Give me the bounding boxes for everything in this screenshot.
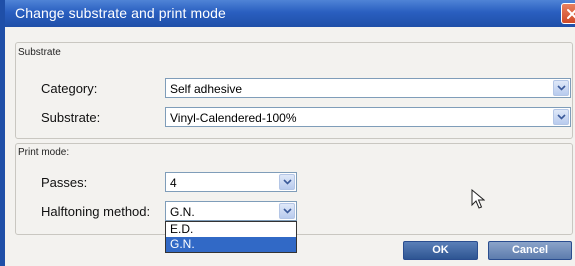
substrate-label: Substrate:: [41, 110, 101, 125]
cancel-button[interactable]: Cancel: [488, 241, 572, 260]
ok-button[interactable]: OK: [403, 241, 478, 260]
change-substrate-dialog: Change substrate and print mode Substrat…: [0, 0, 575, 266]
chevron-down-icon: [557, 85, 566, 91]
passes-label: Passes:: [41, 175, 88, 190]
category-value: Self adhesive: [170, 82, 243, 96]
close-button[interactable]: [561, 3, 575, 24]
halftoning-options-list: E.D. G.N.: [165, 221, 297, 253]
halftoning-option-gn[interactable]: G.N.: [166, 237, 296, 252]
substrate-dropdown-arrow[interactable]: [553, 109, 569, 125]
mouse-pointer-icon: [471, 189, 485, 209]
chevron-down-icon: [283, 208, 292, 214]
halftoning-label: Halftoning method:: [41, 204, 151, 219]
close-icon: [567, 9, 575, 19]
chevron-down-icon: [283, 179, 292, 185]
substrate-value: Vinyl-Calendered-100%: [170, 111, 297, 125]
chevron-down-icon: [557, 114, 566, 120]
print-mode-group-label: Print mode:: [18, 147, 70, 158]
substrate-select[interactable]: Vinyl-Calendered-100%: [165, 107, 571, 127]
dialog-title: Change substrate and print mode: [15, 5, 226, 21]
passes-select[interactable]: 4: [165, 172, 297, 192]
substrate-group-label: Substrate: [18, 47, 61, 58]
halftoning-option-ed[interactable]: E.D.: [166, 222, 296, 237]
passes-value: 4: [170, 176, 177, 190]
halftoning-value: G.N.: [170, 205, 195, 219]
title-bar[interactable]: Change substrate and print mode: [5, 0, 575, 27]
halftoning-select[interactable]: G.N.: [165, 201, 297, 221]
halftoning-dropdown-arrow[interactable]: [279, 203, 295, 219]
category-dropdown-arrow[interactable]: [553, 80, 569, 96]
category-label: Category:: [41, 81, 98, 96]
passes-dropdown-arrow[interactable]: [279, 174, 295, 190]
category-select[interactable]: Self adhesive: [165, 78, 571, 98]
